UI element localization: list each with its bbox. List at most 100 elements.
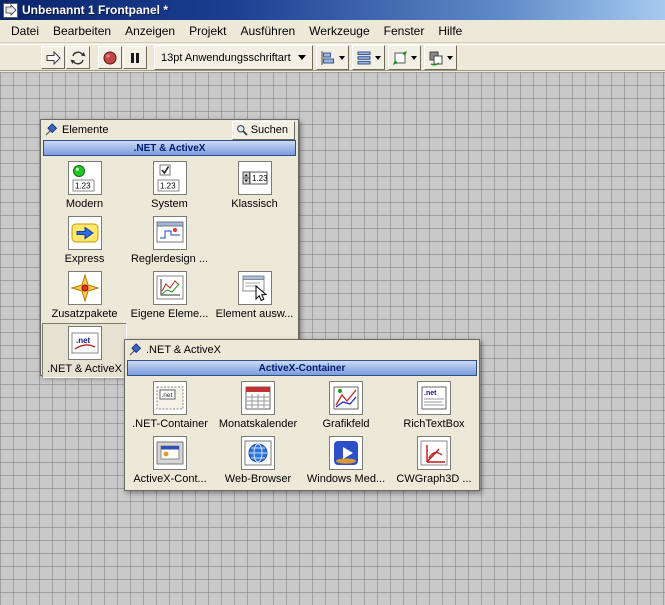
dropdown-arrow-icon bbox=[410, 55, 417, 60]
menu-fenster[interactable]: Fenster bbox=[377, 21, 432, 41]
classic-controls-icon: 1.23 bbox=[237, 161, 272, 195]
palette-item-dotnet-container[interactable]: .net .NET-Container bbox=[126, 378, 214, 433]
search-icon bbox=[236, 125, 248, 136]
controls-palette-header: Elemente Suchen bbox=[41, 120, 298, 140]
labview-window: Unbenannt 1 Frontpanel * Datei Bearbeite… bbox=[0, 0, 665, 605]
palette-item-label: Windows Med... bbox=[306, 473, 386, 485]
distribute-objects-icon bbox=[357, 51, 371, 64]
palette-item-label: CWGraph3D ... bbox=[396, 473, 472, 485]
reorder-objects-icon bbox=[429, 51, 443, 65]
titlebar[interactable]: Unbenannt 1 Frontpanel * bbox=[0, 0, 665, 20]
palette-item-label: .NET & ActiveX bbox=[47, 363, 122, 375]
web-browser-icon bbox=[241, 436, 275, 470]
control-design-icon bbox=[152, 216, 187, 250]
pushpin-icon[interactable] bbox=[44, 123, 58, 137]
run-button[interactable] bbox=[41, 46, 65, 69]
picture-field-icon bbox=[329, 381, 363, 415]
palette-item-cwgraph3d[interactable]: CWGraph3D ... bbox=[390, 433, 478, 488]
select-control-icon bbox=[237, 271, 272, 305]
palette-item-label: Zusatzpakete bbox=[51, 308, 118, 320]
palette-item-dotnet-activex[interactable]: .net .NET & ActiveX bbox=[42, 323, 127, 378]
menu-anzeigen[interactable]: Anzeigen bbox=[118, 21, 182, 41]
system-controls-icon: 1.23 bbox=[152, 161, 187, 195]
palette-item-monatskalender[interactable]: Monatskalender bbox=[214, 378, 302, 433]
palette-item-modern[interactable]: 1.23 Modern bbox=[42, 158, 127, 213]
menubar: Datei Bearbeiten Anzeigen Projekt Ausfüh… bbox=[0, 20, 665, 43]
express-controls-icon bbox=[67, 216, 102, 250]
palette-item-label: Modern bbox=[65, 198, 104, 210]
month-calendar-icon bbox=[241, 381, 275, 415]
palette-item-zusatzpakete[interactable]: Zusatzpakete bbox=[42, 268, 127, 323]
menu-datei[interactable]: Datei bbox=[4, 21, 46, 41]
palette-item-label: Monatskalender bbox=[218, 418, 298, 430]
palette-item-klassisch[interactable]: 1.23 Klassisch bbox=[212, 158, 297, 213]
palette-item-reglerdesign[interactable]: Reglerdesign ... bbox=[127, 213, 212, 268]
controls-palette: Elemente Suchen .NET & ActiveX 1.23 Mode… bbox=[40, 119, 299, 378]
svg-text:1.23: 1.23 bbox=[75, 182, 91, 191]
dropdown-arrow-icon bbox=[338, 55, 345, 60]
search-button-label: Suchen bbox=[250, 124, 288, 136]
palette-item-label: .NET-Container bbox=[132, 418, 208, 430]
abort-button[interactable] bbox=[98, 46, 122, 69]
front-panel-canvas[interactable]: Elemente Suchen .NET & ActiveX 1.23 Mode… bbox=[0, 72, 665, 605]
palette-item-system[interactable]: 1.23 System bbox=[127, 158, 212, 213]
palette-empty-cell bbox=[212, 213, 297, 268]
align-objects-dropdown[interactable] bbox=[315, 45, 349, 70]
menu-werkzeuge[interactable]: Werkzeuge bbox=[302, 21, 376, 41]
controls-category-bar[interactable]: .NET & ActiveX bbox=[43, 140, 296, 156]
palette-item-windows-media[interactable]: Windows Med... bbox=[302, 433, 390, 488]
cwgraph3d-icon bbox=[417, 436, 451, 470]
dropdown-arrow-icon bbox=[297, 55, 306, 60]
dropdown-arrow-icon bbox=[446, 55, 453, 60]
palette-item-label: ActiveX-Cont... bbox=[133, 473, 207, 485]
distribute-objects-dropdown[interactable] bbox=[351, 45, 385, 70]
palette-item-label: Eigene Eleme... bbox=[130, 308, 209, 320]
palette-item-grafikfeld[interactable]: Grafikfeld bbox=[302, 378, 390, 433]
menu-bearbeiten[interactable]: Bearbeiten bbox=[46, 21, 118, 41]
font-selector-label: 13pt Anwendungsschriftart bbox=[161, 51, 291, 64]
palette-item-label: Grafikfeld bbox=[322, 418, 370, 430]
richtextbox-icon: .net bbox=[417, 381, 451, 415]
search-button[interactable]: Suchen bbox=[231, 120, 295, 140]
svg-text:1.23: 1.23 bbox=[252, 174, 268, 183]
svg-text:.net: .net bbox=[162, 392, 173, 399]
palette-item-label: Element ausw... bbox=[215, 308, 294, 320]
run-arrow-icon bbox=[46, 50, 61, 65]
palette-item-element-auswaehlen[interactable]: Element ausw... bbox=[212, 268, 297, 323]
subpalette-grid: .net .NET-Container Monatskalender Grafi… bbox=[125, 377, 479, 489]
subpalette-title: .NET & ActiveX bbox=[146, 344, 221, 356]
palette-item-express[interactable]: Express bbox=[42, 213, 127, 268]
abort-icon bbox=[103, 51, 117, 64]
run-continuous-button[interactable] bbox=[66, 46, 90, 69]
pushpin-icon[interactable] bbox=[128, 343, 142, 357]
windows-media-icon bbox=[329, 436, 363, 470]
activex-container-icon bbox=[153, 436, 187, 470]
dotnet-container-icon: .net bbox=[153, 381, 187, 415]
subpalette-category-bar[interactable]: ActiveX-Container bbox=[127, 360, 477, 376]
labview-window-icon bbox=[3, 2, 18, 18]
palette-item-label: System bbox=[151, 198, 188, 210]
svg-text:.net: .net bbox=[424, 390, 437, 397]
menu-projekt[interactable]: Projekt bbox=[182, 21, 233, 41]
align-objects-icon bbox=[321, 50, 334, 65]
subpalette-header: .NET & ActiveX bbox=[125, 340, 479, 360]
pause-icon bbox=[131, 52, 139, 63]
modern-controls-icon: 1.23 bbox=[67, 161, 102, 195]
palette-item-activex-container[interactable]: ActiveX-Cont... bbox=[126, 433, 214, 488]
addons-icon bbox=[67, 271, 102, 305]
svg-text:.net: .net bbox=[76, 336, 91, 345]
font-selector-dropdown[interactable]: 13pt Anwendungsschriftart bbox=[154, 45, 313, 70]
palette-item-eigene-elemente[interactable]: Eigene Eleme... bbox=[127, 268, 212, 323]
reorder-objects-dropdown[interactable] bbox=[423, 45, 457, 70]
palette-item-richtextbox[interactable]: .net RichTextBox bbox=[390, 378, 478, 433]
resize-objects-dropdown[interactable] bbox=[387, 45, 421, 70]
palette-item-label: RichTextBox bbox=[403, 418, 465, 430]
user-controls-icon bbox=[152, 271, 187, 305]
pause-button[interactable] bbox=[123, 46, 147, 69]
palette-item-web-browser[interactable]: Web-Browser bbox=[214, 433, 302, 488]
window-title: Unbenannt 1 Frontpanel * bbox=[22, 3, 169, 17]
menu-hilfe[interactable]: Hilfe bbox=[431, 21, 469, 41]
toolbar: 13pt Anwendungsschriftart bbox=[0, 44, 665, 71]
dotnet-activex-subpalette: .NET & ActiveX ActiveX-Container .net .N… bbox=[124, 339, 480, 491]
menu-ausfuehren[interactable]: Ausführen bbox=[233, 21, 302, 41]
